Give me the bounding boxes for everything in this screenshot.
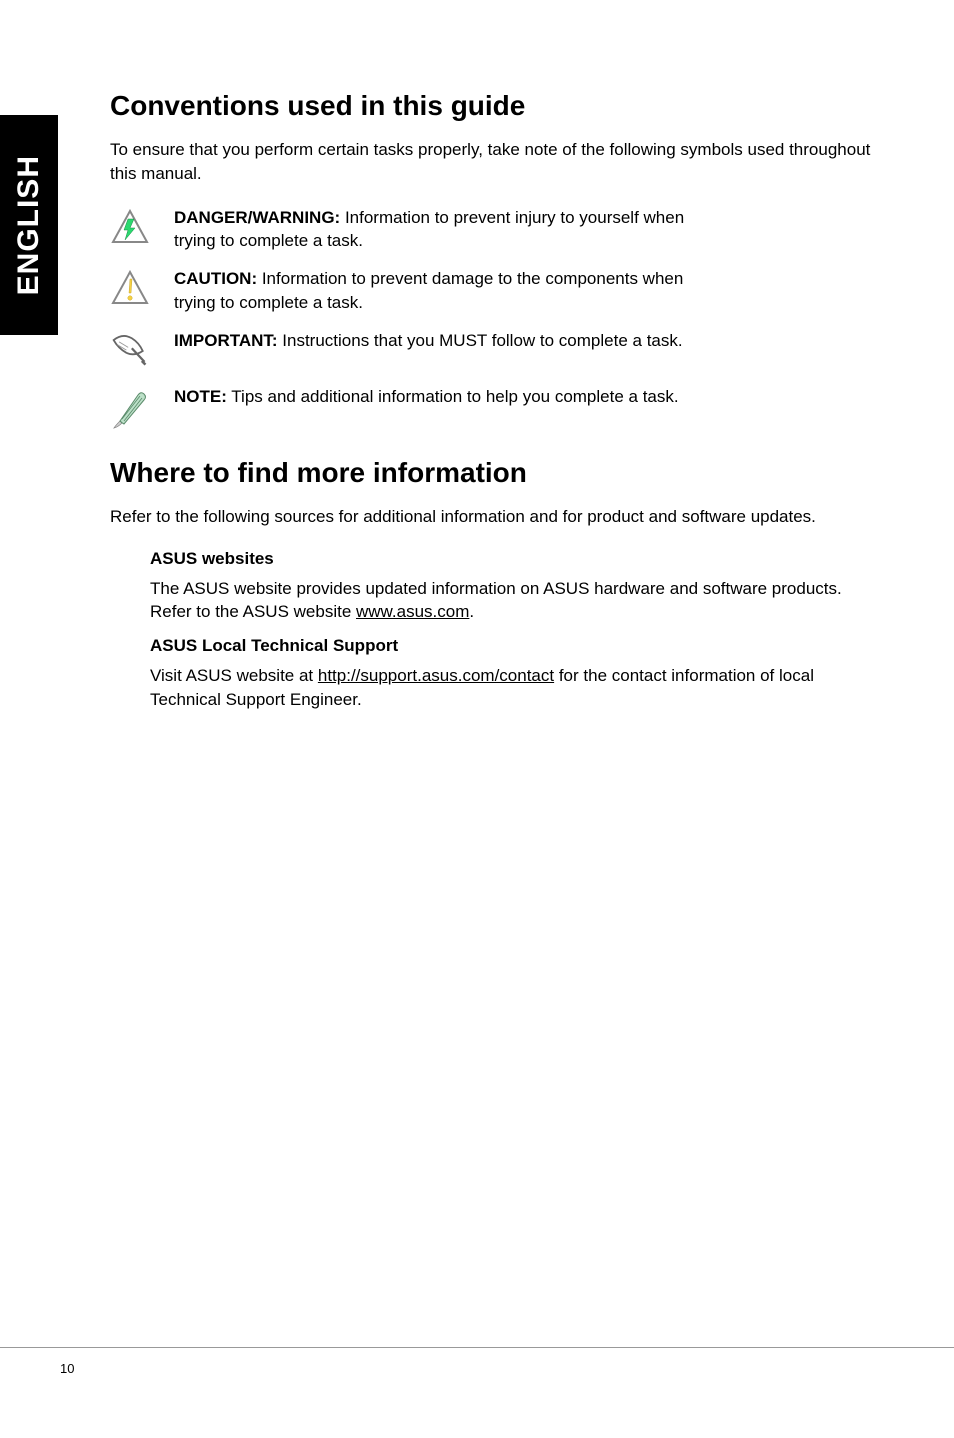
danger-warning-text: DANGER/WARNING: Information to prevent i… — [174, 206, 694, 254]
note-icon — [110, 385, 150, 431]
moreinfo-intro: Refer to the following sources for addit… — [110, 505, 874, 529]
page-content: Conventions used in this guide To ensure… — [0, 0, 954, 712]
note-body: Tips and additional information to help … — [227, 387, 679, 406]
important-row: IMPORTANT: Instructions that you MUST fo… — [110, 329, 874, 371]
important-body: Instructions that you MUST follow to com… — [278, 331, 683, 350]
caution-icon — [110, 267, 150, 309]
section-more-info: Where to find more information Refer to … — [110, 457, 874, 712]
danger-warning-row: DANGER/WARNING: Information to prevent i… — [110, 206, 874, 254]
section-heading-moreinfo: Where to find more information — [110, 457, 874, 489]
local-support-link[interactable]: http://support.asus.com/contact — [318, 666, 554, 685]
language-tab: ENGLISH — [0, 115, 58, 335]
note-text: NOTE: Tips and additional information to… — [174, 385, 679, 409]
asus-websites-link[interactable]: www.asus.com — [356, 602, 469, 621]
note-row: NOTE: Tips and additional information to… — [110, 385, 874, 431]
conventions-intro: To ensure that you perform certain tasks… — [110, 138, 874, 186]
asus-websites-before: The ASUS website provides updated inform… — [150, 579, 842, 622]
danger-label: DANGER/WARNING: — [174, 208, 340, 227]
local-support-before: Visit ASUS website at — [150, 666, 318, 685]
important-text: IMPORTANT: Instructions that you MUST fo… — [174, 329, 683, 353]
page-number: 10 — [60, 1361, 74, 1376]
note-label: NOTE: — [174, 387, 227, 406]
local-support-heading: ASUS Local Technical Support — [150, 636, 874, 656]
important-label: IMPORTANT: — [174, 331, 278, 350]
asus-websites-heading: ASUS websites — [150, 549, 874, 569]
section-heading-conventions: Conventions used in this guide — [110, 90, 874, 122]
page-footer: 10 — [0, 1347, 954, 1378]
caution-row: CAUTION: Information to prevent damage t… — [110, 267, 874, 315]
caution-label: CAUTION: — [174, 269, 257, 288]
caution-text: CAUTION: Information to prevent damage t… — [174, 267, 694, 315]
language-tab-label: ENGLISH — [12, 155, 46, 295]
asus-websites-text: The ASUS website provides updated inform… — [150, 577, 874, 625]
important-icon — [110, 329, 150, 371]
asus-websites-block: ASUS websites The ASUS website provides … — [150, 549, 874, 712]
danger-icon — [110, 206, 150, 248]
local-support-text: Visit ASUS website at http://support.asu… — [150, 664, 874, 712]
asus-websites-after: . — [469, 602, 474, 621]
